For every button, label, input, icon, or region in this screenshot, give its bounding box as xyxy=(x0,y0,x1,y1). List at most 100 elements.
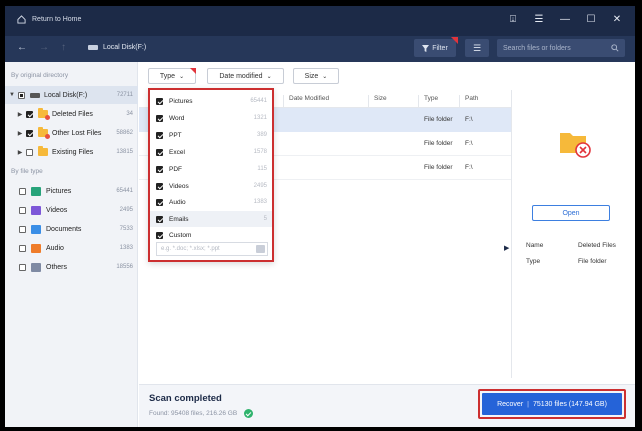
lost-folder-icon xyxy=(38,127,50,139)
return-home-label: Return to Home xyxy=(32,16,82,23)
type-option-pdf[interactable]: PDF 115 xyxy=(150,161,272,177)
option-checkbox[interactable] xyxy=(156,182,163,190)
option-count: 389 xyxy=(256,132,267,138)
tree-item-deleted-files[interactable]: ▶ Deleted Files 34 xyxy=(5,105,138,123)
type-filter-button[interactable]: Type ⌄ xyxy=(148,68,196,84)
column-separator xyxy=(368,95,369,107)
column-separator xyxy=(418,95,419,107)
type-item-documents[interactable]: Documents 7533 xyxy=(5,220,138,238)
deleted-files-checkbox[interactable] xyxy=(26,110,33,118)
close-icon[interactable]: ✕ xyxy=(611,14,623,26)
sidebar: By original directory ▼ Local Disk(F:) 7… xyxy=(5,62,138,427)
option-label: Audio xyxy=(169,198,186,206)
column-separator xyxy=(459,95,460,107)
type-item-others[interactable]: Others 18556 xyxy=(5,258,138,276)
others-icon xyxy=(31,262,41,272)
option-checkbox[interactable] xyxy=(156,231,163,239)
type-option-ppt[interactable]: PPT 389 xyxy=(150,127,272,143)
type-item-count: 18556 xyxy=(116,264,133,270)
collapse-preview-arrow-icon[interactable]: ▶ xyxy=(504,244,509,252)
existing-files-checkbox[interactable] xyxy=(26,148,33,156)
title-bar: Return to Home ⍗ ☰ — ☐ ✕ xyxy=(5,6,635,36)
videos-icon xyxy=(31,205,41,215)
collapse-arrow-icon[interactable]: ▼ xyxy=(8,92,16,98)
size-filter-label: Size xyxy=(304,72,319,80)
status-bar: Scan completed Found: 95408 files, 216.2… xyxy=(139,384,635,427)
size-filter-button[interactable]: Size ⌄ xyxy=(293,68,339,84)
preview-panel: Open Name Deleted Files Type File folder xyxy=(511,90,635,378)
up-arrow-icon[interactable]: ↑ xyxy=(61,42,66,54)
local-disk-checkbox[interactable] xyxy=(18,91,25,99)
col-size[interactable]: Size xyxy=(374,95,387,102)
custom-extension-input[interactable]: e.g. *.doc; *.xlsx; *.ppt xyxy=(156,242,268,256)
type-item-count: 2495 xyxy=(119,207,133,213)
open-button[interactable]: Open xyxy=(532,205,610,221)
tree-item-local-disk[interactable]: ▼ Local Disk(F:) 72711 xyxy=(5,86,138,104)
type-item-count: 1383 xyxy=(119,245,133,251)
hamburger-icon: ☰ xyxy=(472,42,482,53)
type-item-count: 7533 xyxy=(119,226,133,232)
type-option-emails[interactable]: Emails 5 xyxy=(150,211,272,227)
option-checkbox[interactable] xyxy=(156,114,163,122)
recover-detail: 75130 files (147.94 GB) xyxy=(532,400,607,408)
type-item-pictures[interactable]: Pictures 65441 xyxy=(5,182,138,200)
type-filter-dropdown: Pictures 65441 Word 1321 PPT 389 Excel 1… xyxy=(148,88,274,262)
type-item-audio[interactable]: Audio 1383 xyxy=(5,239,138,257)
expand-arrow-icon[interactable]: ▶ xyxy=(16,149,24,156)
deleted-folder-icon xyxy=(38,108,50,120)
search-input[interactable]: Search files or folders xyxy=(497,39,625,57)
option-count: 115 xyxy=(257,166,267,172)
option-checkbox[interactable] xyxy=(156,97,163,105)
return-home-button[interactable]: Return to Home xyxy=(17,15,81,24)
filter-button[interactable]: Filter xyxy=(414,37,458,57)
tree-item-other-lost-files[interactable]: ▶ Other Lost Files 58862 xyxy=(5,124,138,142)
recover-button[interactable]: Recover | 75130 files (147.94 GB) xyxy=(482,393,622,415)
audio-checkbox[interactable] xyxy=(19,244,26,252)
pictures-checkbox[interactable] xyxy=(19,187,26,195)
type-option-pictures[interactable]: Pictures 65441 xyxy=(150,93,272,109)
by-type-heading: By file type xyxy=(11,168,43,175)
minimize-icon[interactable]: — xyxy=(559,14,571,26)
tree-item-count: 13815 xyxy=(116,149,133,155)
option-checkbox[interactable] xyxy=(156,165,163,173)
option-checkbox[interactable] xyxy=(156,198,163,206)
col-path[interactable]: Path xyxy=(465,95,478,102)
tree-item-count: 58862 xyxy=(116,130,133,136)
type-option-custom[interactable]: Custom xyxy=(150,227,272,243)
type-item-videos[interactable]: Videos 2495 xyxy=(5,201,138,219)
tree-item-label: Existing Files xyxy=(52,148,94,156)
other-lost-files-checkbox[interactable] xyxy=(26,129,33,137)
type-option-excel[interactable]: Excel 1578 xyxy=(150,144,272,160)
type-option-audio[interactable]: Audio 1383 xyxy=(150,194,272,210)
option-checkbox[interactable] xyxy=(156,148,163,156)
export-icon[interactable]: ⍗ xyxy=(507,14,519,26)
funnel-icon xyxy=(422,44,430,52)
videos-checkbox[interactable] xyxy=(19,206,26,214)
option-checkbox[interactable] xyxy=(156,215,163,223)
expand-arrow-icon[interactable]: ▶ xyxy=(16,130,24,137)
option-count: 65441 xyxy=(250,98,267,104)
type-label: Type xyxy=(526,258,541,265)
list-menu-button[interactable]: ☰ xyxy=(465,39,489,57)
type-item-count: 65441 xyxy=(116,188,133,194)
back-arrow-icon[interactable]: ← xyxy=(17,42,27,54)
breadcrumb[interactable]: Local Disk(F:) xyxy=(88,44,146,51)
tree-item-existing-files[interactable]: ▶ Existing Files 13815 xyxy=(5,143,138,161)
type-option-word[interactable]: Word 1321 xyxy=(150,110,272,126)
date-modified-filter-button[interactable]: Date modified ⌄ xyxy=(207,68,284,84)
expand-arrow-icon[interactable]: ▶ xyxy=(16,111,24,118)
menu-icon[interactable]: ☰ xyxy=(533,14,545,26)
tree-item-count: 34 xyxy=(126,111,133,117)
forward-arrow-icon[interactable]: → xyxy=(39,42,49,54)
confirm-check-icon[interactable] xyxy=(256,245,265,253)
type-option-videos[interactable]: Videos 2495 xyxy=(150,178,272,194)
col-date-modified[interactable]: Date Modified xyxy=(289,95,329,102)
col-type[interactable]: Type xyxy=(424,95,438,102)
deleted-folder-large-icon xyxy=(560,133,591,158)
home-icon xyxy=(17,15,26,24)
chevron-down-icon: ⌄ xyxy=(322,73,328,80)
maximize-icon[interactable]: ☐ xyxy=(585,14,597,26)
others-checkbox[interactable] xyxy=(19,263,26,271)
documents-checkbox[interactable] xyxy=(19,225,26,233)
option-checkbox[interactable] xyxy=(156,131,163,139)
